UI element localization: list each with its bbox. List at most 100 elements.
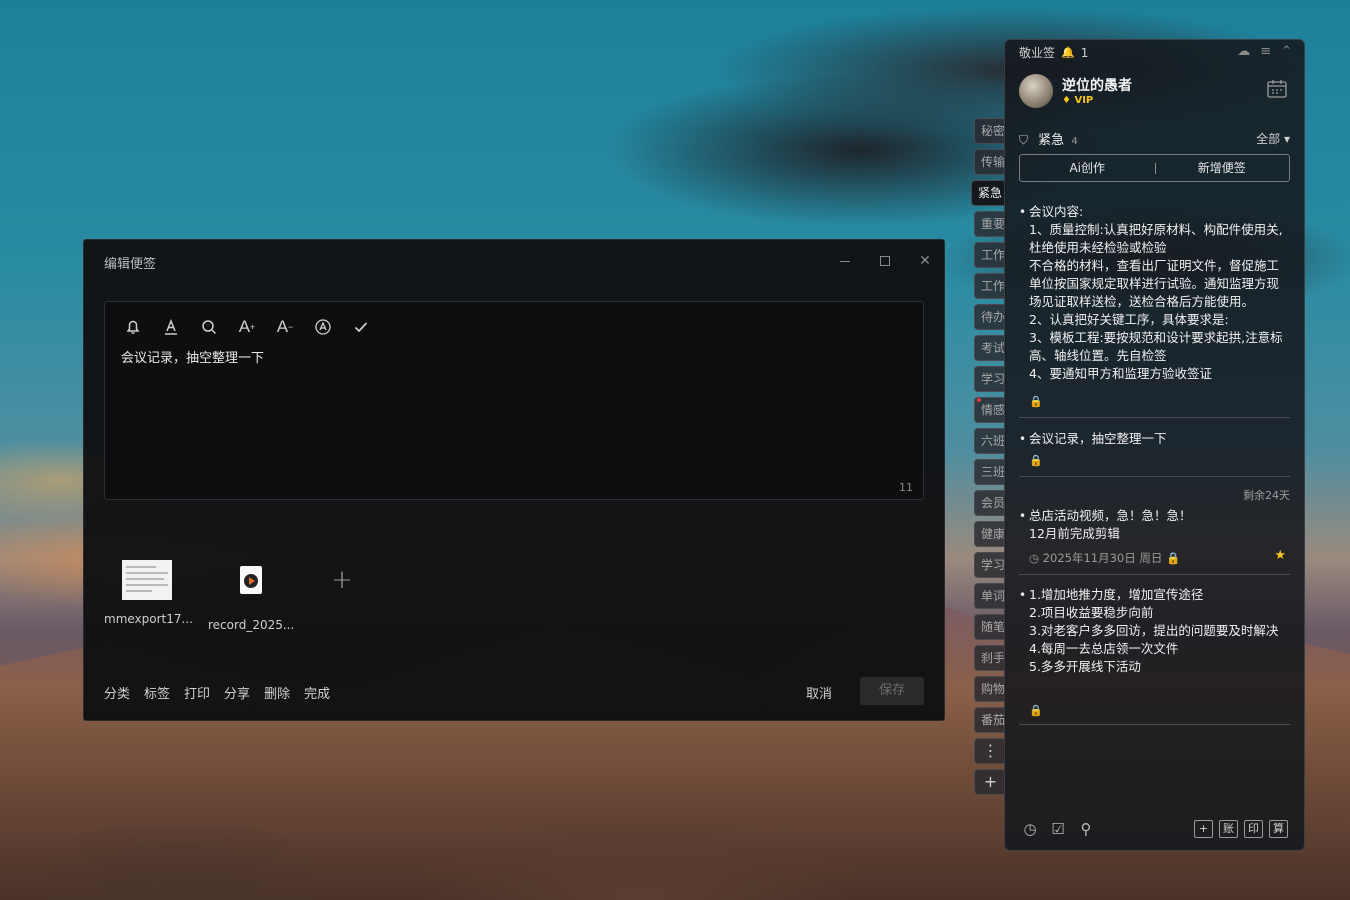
share-button[interactable]: 分享	[224, 683, 250, 702]
tab-tomato[interactable]: 番茄	[974, 707, 1006, 733]
tab-shopping[interactable]: 购物	[974, 676, 1006, 702]
remaining-days: 剩余24天	[1243, 489, 1290, 502]
add-attachment-icon[interactable]: +	[312, 560, 372, 600]
calendar-icon[interactable]	[1266, 78, 1288, 100]
tag-button[interactable]: 标签	[144, 683, 170, 702]
account-button[interactable]: 账	[1219, 820, 1238, 838]
more-tabs-icon[interactable]: ⋮	[974, 738, 1006, 764]
clock-icon: ◷	[1029, 551, 1040, 565]
maximize-button[interactable]	[874, 250, 896, 272]
tab-urgent[interactable]: 紧急	[971, 180, 1006, 206]
notification-count: 1	[1080, 45, 1089, 60]
vip-badge: ♦ VIP	[1062, 95, 1094, 106]
tab-study[interactable]: 学习	[974, 366, 1006, 392]
create-buttons: Ai创作 新增便签	[1019, 154, 1290, 182]
due-date: ◷ 2025年11月30日 周日 🔒	[1029, 551, 1181, 565]
tab-brake[interactable]: 刹手	[974, 645, 1006, 671]
tab-vocabulary[interactable]: 单词	[974, 583, 1006, 609]
tab-exam[interactable]: 考试	[974, 335, 1006, 361]
edit-note-window: 编辑便签 ✕ A + A − 会议记录，抽空整理一下 11 mmexport17…	[83, 239, 945, 721]
tab-emotion[interactable]: 情感	[974, 397, 1006, 423]
note-body: 会议内容: 1、质量控制:认真把好原材料、构配件使用关,杜绝使用未经检验或检验 …	[1029, 204, 1283, 381]
ai-create-button[interactable]: Ai创作	[1020, 155, 1155, 181]
footer-actions: 分类 标签 打印 分享 删除 完成	[104, 683, 330, 702]
tab-transfer[interactable]: 传输	[974, 149, 1006, 175]
search-icon[interactable]	[197, 315, 221, 339]
attachment-image[interactable]: mmexport17...	[104, 560, 193, 626]
category-name: 紧急	[1038, 133, 1065, 148]
window-title: 编辑便签	[104, 257, 157, 272]
tab-class-six[interactable]: 六班	[974, 428, 1006, 454]
text-color-icon[interactable]	[159, 315, 183, 339]
tab-work-2[interactable]: 工作	[974, 273, 1006, 299]
new-note-button[interactable]: 新增便签	[1155, 155, 1290, 181]
ai-icon[interactable]	[311, 315, 335, 339]
category-button[interactable]: 分类	[104, 683, 130, 702]
complete-button[interactable]: 完成	[304, 683, 330, 702]
calculator-button[interactable]: 算	[1269, 820, 1288, 838]
note-text[interactable]: 会议记录，抽空整理一下	[121, 347, 264, 366]
add-widget-button[interactable]: +	[1194, 820, 1213, 838]
lock-icon: 🔒	[1166, 551, 1181, 565]
check-icon[interactable]	[349, 315, 373, 339]
category-row: ⛉ 紧急 4 全部 ▾	[1019, 129, 1290, 148]
tab-work[interactable]: 工作	[974, 242, 1006, 268]
list-item[interactable]: • 会议内容: 1、质量控制:认真把好原材料、构配件使用关,杜绝使用未经检验或检…	[1019, 203, 1290, 418]
history-icon[interactable]: ◷	[1021, 820, 1039, 838]
video-file-icon	[240, 566, 262, 594]
attachment-name: mmexport17...	[104, 612, 193, 626]
bookmark-icon: ⛉	[1019, 133, 1029, 147]
collapse-icon[interactable]: ⌃	[1281, 44, 1292, 59]
list-item[interactable]: • 会议记录，抽空整理一下 🔒	[1019, 430, 1290, 477]
list-item[interactable]: • 1.增加地推力度，增加宣传途径 2.项目收益要稳步向前 3.对老客户多多回访…	[1019, 586, 1290, 725]
tab-study-2[interactable]: 学习	[974, 552, 1006, 578]
tab-member[interactable]: 会员	[974, 490, 1006, 516]
attachment-name: record_2025...	[208, 618, 295, 632]
note-editor[interactable]: A + A − 会议记录，抽空整理一下 11	[104, 301, 924, 500]
filter-dropdown[interactable]: 全部 ▾	[1256, 130, 1290, 147]
lock-icon: 🔒	[1029, 395, 1043, 408]
notification-bell-icon[interactable]: 🔔	[1061, 46, 1075, 59]
print-widget-button[interactable]: 印	[1244, 820, 1263, 838]
tab-class-three[interactable]: 三班	[974, 459, 1006, 485]
tab-important[interactable]: 重要	[974, 211, 1006, 237]
note-body: 会议记录，抽空整理一下	[1029, 431, 1167, 446]
search-icon[interactable]: ⚲	[1077, 820, 1095, 838]
minimize-icon	[840, 261, 850, 262]
category-count: 4	[1071, 136, 1078, 147]
maximize-icon	[880, 256, 890, 266]
attachment-video[interactable]: record_2025...	[208, 560, 294, 632]
app-name: 敬业签	[1019, 46, 1056, 60]
attachments: mmexport17... record_2025... +	[104, 560, 372, 632]
tab-secret[interactable]: 秘密	[974, 118, 1006, 144]
panel-footer-right: + 账 印 算	[1194, 820, 1288, 838]
font-decrease-icon[interactable]: A −	[273, 315, 297, 339]
star-icon[interactable]: ★	[1274, 547, 1286, 565]
notes-panel: 敬业签 🔔 1 ☁ ≡ ⌃ 逆位的愚者 ♦ VIP ⛉ 紧急 4 全部 ▾ Ai…	[1004, 39, 1305, 851]
list-item[interactable]: 剩余24天 • 总店活动视频，急！急！急！ 12月前完成剪辑 ◷ 2025年11…	[1019, 487, 1290, 575]
tab-todo[interactable]: 待办	[974, 304, 1006, 330]
cancel-button[interactable]: 取消	[806, 683, 832, 702]
close-button[interactable]: ✕	[914, 250, 936, 272]
completed-icon[interactable]: ☑	[1049, 820, 1067, 838]
video-thumbnail	[226, 566, 276, 606]
user-name[interactable]: 逆位的愚者	[1062, 75, 1132, 95]
tab-essay[interactable]: 随笔	[974, 614, 1006, 640]
category-tabs: 秘密 传输 紧急 重要 工作 工作 待办 考试 学习 情感 六班 三班 会员 健…	[971, 118, 1006, 800]
panel-header: 敬业签 🔔 1	[1019, 44, 1088, 61]
minimize-button[interactable]	[834, 250, 856, 272]
cloud-sync-icon[interactable]: ☁	[1237, 44, 1250, 59]
add-tab-icon[interactable]: +	[974, 769, 1006, 795]
print-button[interactable]: 打印	[184, 683, 210, 702]
lock-icon: 🔒	[1029, 454, 1043, 467]
bell-icon[interactable]	[121, 315, 145, 339]
save-button[interactable]: 保存	[860, 677, 924, 705]
delete-button[interactable]: 删除	[264, 683, 290, 702]
avatar[interactable]	[1019, 74, 1053, 108]
tab-health[interactable]: 健康	[974, 521, 1006, 547]
font-increase-icon[interactable]: A +	[235, 315, 259, 339]
header-icons: ☁ ≡ ⌃	[1237, 44, 1292, 59]
image-thumbnail	[122, 560, 172, 600]
char-count: 11	[899, 481, 913, 494]
menu-icon[interactable]: ≡	[1260, 44, 1271, 59]
